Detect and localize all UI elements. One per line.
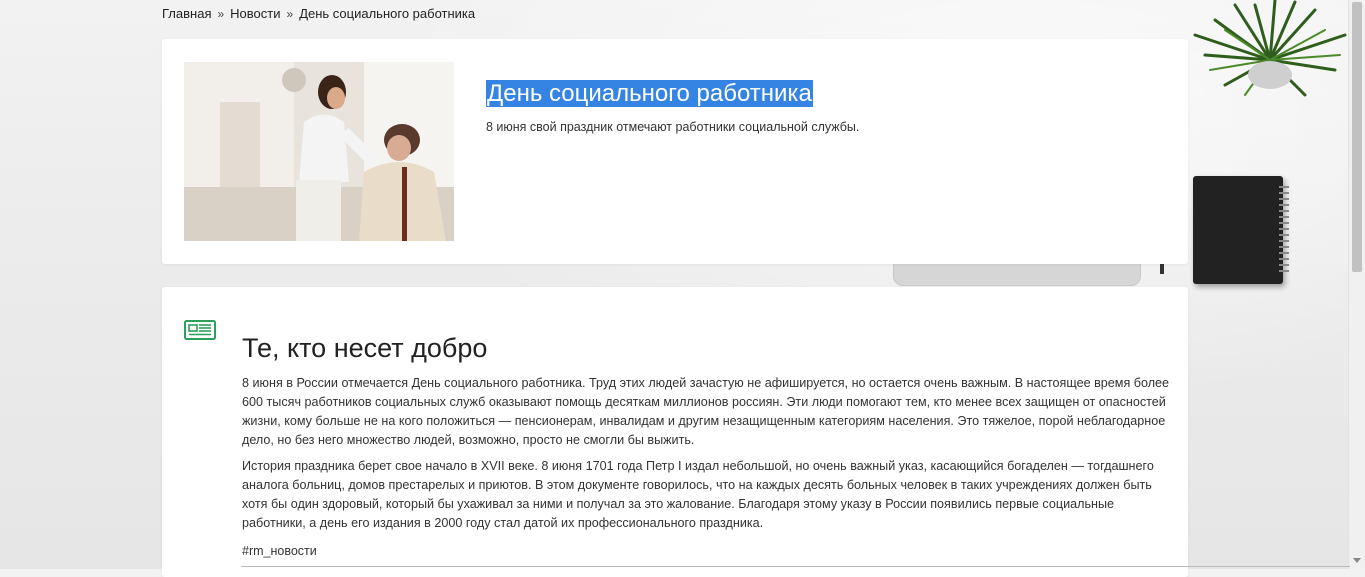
article-paragraph: 8 июня в России отмечается День социальн… [242, 376, 1170, 447]
hero-photo [184, 62, 454, 241]
breadcrumb-separator-icon: » [217, 6, 225, 21]
scrollbar-thumb[interactable] [1352, 2, 1362, 272]
article-title: Те, кто несет добро [242, 333, 488, 363]
hero-subtitle: 8 июня свой праздник отмечают работники … [486, 120, 860, 134]
hero-card: День социального работника 8 июня свой п… [162, 39, 1188, 264]
article-card: Те, кто несет добро 8 июня в России отме… [162, 287, 1188, 577]
breadcrumb: Главная » Новости » День социального раб… [162, 6, 475, 21]
breadcrumb-separator-icon: » [286, 6, 294, 21]
scroll-down-arrow-icon[interactable] [1353, 558, 1361, 563]
breadcrumb-home-link[interactable]: Главная [162, 6, 211, 21]
hero-title: День социального работника [486, 80, 813, 107]
hashtag-link[interactable]: #rm_новости [242, 544, 317, 558]
article-paragraph: История праздника берет свое начало в XV… [242, 459, 1154, 530]
vertical-scrollbar[interactable] [1348, 0, 1365, 569]
notebook-decoration [1193, 176, 1289, 284]
newspaper-icon [184, 320, 216, 340]
laptop-decoration [893, 262, 1141, 286]
plant-decoration [1193, 0, 1347, 97]
breadcrumb-news-link[interactable]: Новости [230, 6, 280, 21]
article-body: 8 июня в России отмечается День социальн… [242, 374, 1172, 540]
divider [241, 566, 1350, 567]
breadcrumb-current: День социального работника [299, 6, 476, 21]
